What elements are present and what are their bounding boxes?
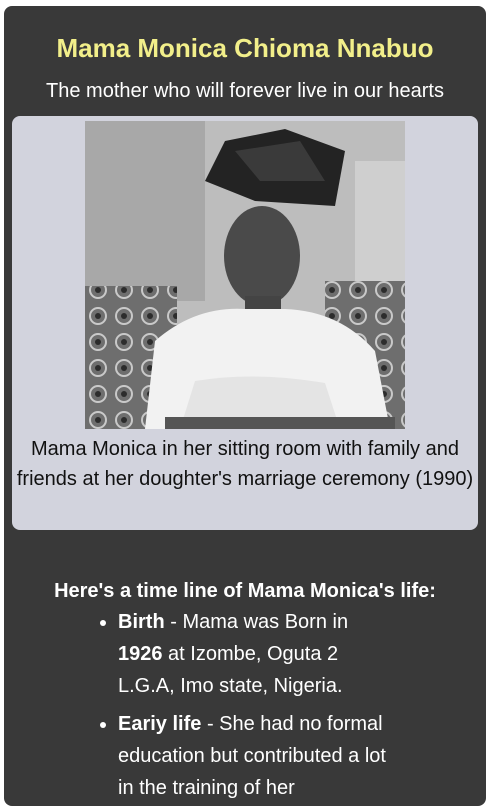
photo-figure: Mama Monica in her sitting room with fam… [12,116,478,530]
timeline-term: Eariy life [118,713,202,735]
page-title: Mama Monica Chioma Nnabuo [56,33,434,63]
timeline-year: 1926 [118,643,163,665]
timeline-text: - Mama was Born in [164,611,349,633]
timeline-heading: Here's a time line of Mama Monica's life… [54,580,436,602]
timeline-item-early-life: Eariy life - She had no formal education… [118,708,388,804]
timeline-item-birth: Birth - Mama was Born in 1926 at Izombe,… [118,606,388,702]
mama-monica-photo [85,121,405,429]
photo-caption: Mama Monica in her sitting room with fam… [16,438,474,490]
page-subtitle: The mother who will forever live in our … [46,80,444,102]
timeline-term: Birth [118,611,165,633]
tribute-page: Mama Monica Chioma Nnabuo The mother who… [4,6,486,806]
timeline-list: Birth - Mama was Born in 1926 at Izombe,… [100,606,388,806]
